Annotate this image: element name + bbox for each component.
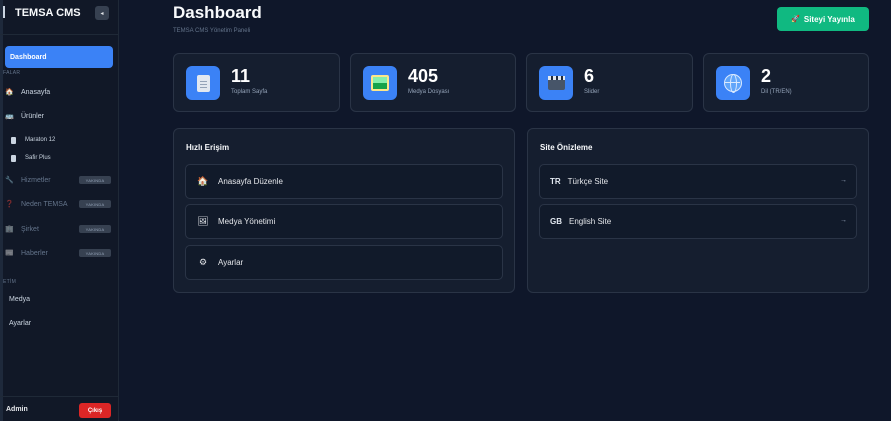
stat-card-media: 405 Medya Dosyası [350, 53, 516, 112]
page-title: Dashboard [173, 3, 262, 22]
stat-icon-box [539, 66, 573, 100]
image-icon [371, 75, 389, 91]
sidebar-item-neden-temsa: ❓ Neden TEMSA YAKINDA [5, 196, 113, 212]
sidebar: TEMSA CMS ◂ Dashboard FALAR 🏠 Anasayfa 🚌… [0, 0, 119, 421]
coming-soon-badge: YAKINDA [79, 200, 111, 208]
stat-value: 6 [584, 66, 595, 86]
stat-label: Toplam Sayfa [231, 89, 268, 95]
sidebar-item-haberler: 📰 Haberler YAKINDA [5, 245, 113, 261]
coming-soon-badge: YAKINDA [79, 225, 111, 233]
sidebar-item-medya[interactable]: Medya [9, 296, 30, 303]
wrench-icon: 🔧 [5, 177, 14, 184]
quick-access-label: Ayarlar [218, 258, 244, 267]
building-icon: 🏢 [5, 226, 14, 233]
quick-access-label: Medya Yönetimi [218, 217, 276, 226]
question-icon: ❓ [5, 201, 14, 208]
logo-mark [3, 6, 5, 18]
publish-site-button[interactable]: 🚀 Siteyi Yayınla [777, 7, 869, 31]
sidebar-section-pages: FALAR [3, 70, 21, 76]
site-preview-label: English Site [569, 217, 612, 226]
stat-label: Dil (TR/EN) [761, 89, 792, 95]
publish-label: Siteyi Yayınla [803, 14, 855, 24]
sidebar-title: TEMSA CMS [15, 7, 81, 19]
stat-icon-box [363, 66, 397, 100]
site-preview-item-gb[interactable]: GB English Site → [539, 204, 857, 239]
quick-access-panel: Hızlı Erişim 🏠 Anasayfa Düzenle 🖼 Medya … [173, 128, 515, 293]
current-user: Admin [6, 406, 28, 413]
stat-value: 2 [761, 66, 772, 86]
sidebar-subitem-label: Maraton 12 [25, 137, 56, 143]
sidebar-edge [0, 0, 3, 421]
rocket-icon: 🚀 [791, 16, 800, 23]
sidebar-item-ayarlar[interactable]: Ayarlar [9, 320, 31, 327]
sidebar-subitem-safir-plus[interactable]: Safir Plus [11, 152, 51, 164]
document-icon [196, 74, 210, 92]
coming-soon-badge: YAKINDA [79, 249, 111, 257]
stat-icon-box [186, 66, 220, 100]
document-icon [11, 136, 16, 144]
sidebar-item-hizmetler: 🔧 Hizmetler YAKINDA [5, 172, 113, 188]
quick-access-item-media[interactable]: 🖼 Medya Yönetimi [185, 204, 503, 239]
image-icon: 🖼 [197, 216, 209, 226]
sidebar-subitem-maraton-12[interactable]: Maraton 12 [11, 134, 55, 146]
stat-value: 405 [408, 66, 439, 86]
sidebar-item-label: Hizmetler [21, 176, 51, 184]
site-preview-label: Türkçe Site [567, 177, 609, 186]
stat-label: Medya Dosyası [408, 89, 450, 95]
site-preview-panel: Site Önizleme TR Türkçe Site → GB Englis… [527, 128, 869, 293]
stat-label: Slider [584, 89, 600, 95]
clapper-icon [547, 76, 565, 90]
home-icon: 🏠 [197, 176, 209, 186]
logout-button[interactable]: Çıkış [79, 403, 111, 418]
sidebar-subitem-label: Safir Plus [25, 155, 51, 161]
sidebar-footer-divider [0, 396, 119, 397]
site-preview-item-tr[interactable]: TR Türkçe Site → [539, 164, 857, 199]
sidebar-item-urunler[interactable]: 🚌 Ürünler [5, 108, 113, 124]
sidebar-section-manage: ETİM [3, 279, 17, 285]
sidebar-item-label: Haberler [21, 249, 48, 257]
globe-icon [724, 74, 742, 93]
home-icon: 🏠 [5, 89, 14, 96]
sidebar-item-label: Ürünler [21, 112, 44, 120]
coming-soon-badge: YAKINDA [79, 176, 111, 184]
newspaper-icon: 📰 [5, 250, 14, 257]
sidebar-item-label: Anasayfa [21, 88, 51, 96]
stat-icon-box [716, 66, 750, 100]
flag-gb-icon: GB [550, 217, 562, 226]
bus-icon: 🚌 [5, 113, 14, 120]
stat-card-pages: 11 Toplam Sayfa [173, 53, 340, 112]
stat-value: 11 [231, 66, 251, 86]
flag-tr-icon: TR [550, 177, 561, 186]
arrow-right-icon: → [840, 217, 847, 224]
gear-icon: ⚙ [198, 257, 208, 267]
site-preview-title: Site Önizleme [540, 143, 593, 152]
sidebar-item-anasayfa[interactable]: 🏠 Anasayfa [5, 84, 113, 100]
sidebar-divider [0, 34, 119, 35]
sidebar-item-sirket: 🏢 Şirket YAKINDA [5, 221, 113, 237]
quick-access-title: Hızlı Erişim [186, 143, 230, 152]
sidebar-item-label: Neden TEMSA [21, 200, 68, 208]
quick-access-label: Anasayfa Düzenle [218, 177, 283, 186]
sidebar-header: TEMSA CMS ◂ [0, 0, 119, 27]
arrow-right-icon: → [840, 177, 847, 184]
document-icon [11, 154, 16, 162]
quick-access-item-settings[interactable]: ⚙ Ayarlar [185, 245, 503, 280]
sidebar-item-dashboard[interactable]: Dashboard [5, 46, 113, 68]
page-subtitle: TEMSA CMS Yönetim Paneli [173, 28, 251, 34]
stat-card-slider: 6 Slider [526, 53, 693, 112]
quick-access-item-homepage[interactable]: 🏠 Anasayfa Düzenle [185, 164, 503, 199]
stat-card-languages: 2 Dil (TR/EN) [703, 53, 869, 112]
sidebar-item-label: Şirket [21, 225, 39, 233]
collapse-sidebar-button[interactable]: ◂ [95, 6, 109, 20]
